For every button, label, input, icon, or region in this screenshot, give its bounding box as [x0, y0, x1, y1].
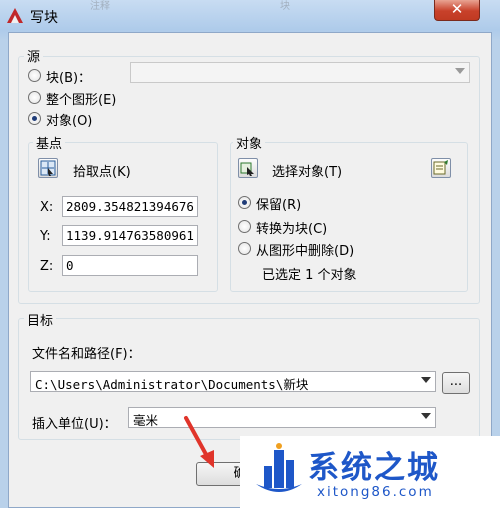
select-objects-label: 选择对象(T) [272, 165, 343, 180]
x-coordinate-input[interactable]: 2809.354821394676 [62, 196, 198, 217]
chevron-down-icon [421, 377, 431, 383]
file-path-label: 文件名和路径(F)： [32, 347, 141, 362]
browse-button[interactable]: ... [442, 372, 470, 394]
annotation-arrow-icon [184, 416, 214, 468]
base-point-group-label: 基点 [33, 133, 66, 152]
insert-units-label: 插入单位(U)： [32, 417, 117, 432]
select-objects-icon [240, 162, 254, 176]
radio-convert-to-block[interactable] [238, 220, 251, 233]
autocad-app-icon [7, 8, 23, 23]
background-ribbon-strip: 注释 块 [40, 0, 430, 12]
radio-objects-label: 对象(O) [46, 114, 93, 129]
file-path-value: C:\Users\Administrator\Documents\新块 [35, 377, 309, 392]
radio-block[interactable] [28, 69, 41, 82]
radio-block-label: 块(B)： [46, 71, 92, 86]
watermark-brand: 系统之城 [308, 450, 440, 486]
watermark-url: xitong86.com [317, 484, 434, 500]
quick-select-icon [433, 160, 448, 175]
pick-point-label: 拾取点(K) [73, 165, 131, 180]
chevron-down-icon [421, 413, 431, 419]
radio-retain-label: 保留(R) [256, 198, 302, 213]
faint-tab-block: 块 [280, 1, 290, 12]
radio-retain[interactable] [238, 196, 251, 209]
pick-point-button[interactable] [38, 158, 58, 178]
x-label: X: [40, 200, 54, 215]
destination-group-label: 目标 [24, 310, 57, 329]
select-objects-button[interactable] [238, 158, 258, 178]
chevron-down-icon [455, 68, 465, 74]
source-group-label: 源 [24, 46, 44, 65]
objects-group-label: 对象 [233, 133, 266, 152]
block-name-combo[interactable] [130, 62, 470, 83]
insert-units-value: 毫米 [133, 413, 159, 428]
pick-point-icon [40, 160, 56, 176]
z-label: Z: [40, 259, 54, 274]
close-button[interactable]: ✕ [434, 0, 480, 21]
selection-status: 已选定 1 个对象 [262, 268, 357, 283]
radio-delete-from-drawing[interactable] [238, 242, 251, 255]
radio-whole-drawing-label: 整个图形(E) [46, 93, 117, 108]
radio-whole-drawing[interactable] [28, 91, 41, 104]
file-path-combo[interactable]: C:\Users\Administrator\Documents\新块 [30, 371, 436, 392]
z-coordinate-input[interactable]: 0 [62, 255, 198, 276]
quick-select-button[interactable] [431, 158, 451, 178]
radio-objects[interactable] [28, 112, 41, 125]
faint-tab-annotation: 注释 [90, 1, 110, 12]
y-label: Y: [40, 229, 51, 244]
radio-convert-to-block-label: 转换为块(C) [256, 222, 328, 237]
watermark-logo-icon [256, 443, 302, 492]
insert-units-combo[interactable]: 毫米 [128, 407, 436, 428]
y-coordinate-input[interactable]: 1139.914763580961 [62, 225, 198, 246]
window-title: 写块 [30, 10, 58, 26]
radio-delete-from-drawing-label: 从图形中删除(D) [256, 244, 355, 259]
